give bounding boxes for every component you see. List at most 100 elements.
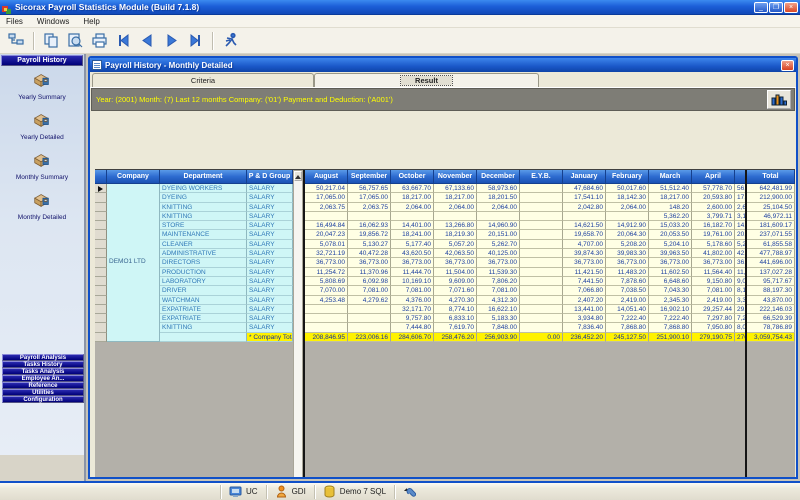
value-cell[interactable]: 11,421.50 [563, 267, 606, 277]
department-cell[interactable]: ADMINISTRATIVE [160, 249, 247, 259]
row-selector[interactable] [95, 249, 107, 259]
value-cell[interactable]: 7,868.80 [649, 323, 692, 333]
value-cell[interactable]: 16,622.10 [477, 304, 520, 315]
menu-files[interactable]: Files [6, 17, 23, 26]
value-cell[interactable] [348, 314, 391, 324]
department-header[interactable]: Department [160, 170, 247, 184]
department-cell[interactable]: PRODUCTION [160, 267, 247, 277]
pd-group-cell[interactable]: SALARY [247, 230, 293, 240]
department-cell[interactable]: DYEING [160, 193, 247, 203]
scroll-up-icon[interactable] [294, 171, 302, 181]
value-cell[interactable]: 7,081.00 [692, 286, 735, 296]
value-cell[interactable]: 7,950.80 [692, 323, 735, 333]
pd-group-cell[interactable]: SALARY [247, 314, 293, 324]
value-cell[interactable] [520, 211, 563, 222]
value-cell[interactable]: 7,836.40 [563, 323, 606, 333]
value-cell[interactable]: 14,3 [735, 221, 745, 231]
value-cell[interactable]: 18,142.30 [606, 193, 649, 203]
value-cell[interactable]: 36,773.00 [563, 258, 606, 268]
sidebar-item-yearly-summary[interactable]: Yearly Summary [0, 70, 84, 101]
sidebar-item-yearly-detailed[interactable]: Yearly Detailed [0, 110, 84, 141]
sidebar-nav-employee-an-[interactable]: Employee An... [2, 375, 84, 382]
value-cell[interactable]: 11,370.96 [348, 267, 391, 277]
value-cell[interactable]: 18,217.00 [434, 193, 477, 203]
value-cell[interactable]: 7,441.50 [563, 276, 606, 287]
value-cell[interactable]: 43,620.50 [391, 249, 434, 259]
value-cell[interactable]: 11,444.70 [391, 267, 434, 277]
value-cell[interactable]: 7,297.80 [692, 314, 735, 324]
pd-group-cell[interactable]: SALARY [247, 184, 293, 194]
value-cell[interactable]: 29,257.44 [692, 304, 735, 315]
total-cell[interactable]: 66,529.39 [747, 314, 795, 324]
value-cell[interactable] [520, 221, 563, 231]
value-cell[interactable] [305, 211, 348, 222]
value-cell[interactable] [520, 202, 563, 212]
value-cell[interactable]: 20,047.23 [305, 230, 348, 240]
row-selector[interactable] [95, 184, 107, 194]
value-cell[interactable]: 6,833.10 [434, 314, 477, 324]
value-cell[interactable]: 14,051.40 [606, 304, 649, 315]
value-cell[interactable]: 9,150.80 [692, 276, 735, 287]
value-cell[interactable] [520, 267, 563, 277]
value-cell[interactable]: 16,902.10 [649, 304, 692, 315]
value-cell[interactable]: 17,065.00 [348, 193, 391, 203]
close-button[interactable]: × [784, 1, 798, 13]
value-cell[interactable]: 5,183.30 [477, 314, 520, 324]
taskbar-tools-icon[interactable] [395, 484, 424, 500]
value-cell[interactable]: 32,721.19 [305, 249, 348, 259]
value-cell[interactable] [520, 249, 563, 259]
pd-group-cell[interactable]: SALARY [247, 239, 293, 250]
value-cell[interactable]: 29,2 [735, 304, 745, 315]
company-cell[interactable]: DEMO1 LTD [107, 184, 160, 343]
pd-group-cell[interactable]: SALARY [247, 304, 293, 315]
value-cell[interactable]: 4,376.00 [391, 295, 434, 305]
nav-last-icon[interactable] [183, 30, 207, 52]
row-selector[interactable] [95, 258, 107, 268]
value-cell[interactable]: 2,345.30 [649, 295, 692, 305]
row-selector[interactable] [95, 239, 107, 250]
copy-icon[interactable] [39, 30, 63, 52]
value-cell[interactable]: 2,042.80 [563, 202, 606, 212]
value-cell[interactable]: 32,171.70 [391, 304, 434, 315]
value-cell[interactable]: 14,401.00 [391, 221, 434, 231]
value-cell[interactable]: 36,773.00 [391, 258, 434, 268]
value-cell[interactable]: 5,362.20 [649, 211, 692, 222]
value-cell[interactable]: 5,130.27 [348, 239, 391, 250]
department-cell[interactable]: DRIVER [160, 286, 247, 296]
value-cell[interactable]: 18,217.00 [391, 193, 434, 203]
value-cell[interactable]: 20,053.50 [649, 230, 692, 240]
value-cell[interactable]: 17,4 [735, 193, 745, 203]
value-cell[interactable]: 36,773.00 [434, 258, 477, 268]
company-header[interactable]: Company [107, 170, 160, 184]
value-cell[interactable] [520, 193, 563, 203]
value-cell[interactable]: 11,564.40 [692, 267, 735, 277]
value-cell[interactable] [348, 211, 391, 222]
total-cell[interactable]: 222,146.03 [747, 304, 795, 315]
value-cell[interactable]: 56,2 [735, 184, 745, 194]
value-cell[interactable]: 3,3 [735, 295, 745, 305]
taskbar-item-uc[interactable]: UC [221, 484, 266, 500]
sidebar-item-monthly-detailed[interactable]: Monthly Detailed [0, 190, 84, 221]
total-cell[interactable]: 137,027.28 [747, 267, 795, 277]
row-selector[interactable] [95, 230, 107, 240]
value-cell[interactable]: 18,217.00 [649, 193, 692, 203]
department-cell[interactable]: KNITTING [160, 202, 247, 212]
value-cell[interactable]: 5,2 [735, 239, 745, 250]
restore-button[interactable]: ❐ [769, 1, 783, 13]
value-cell[interactable] [520, 286, 563, 296]
pd-group-header[interactable]: P & D Group [247, 170, 293, 184]
pd-group-cell[interactable]: SALARY [247, 249, 293, 259]
value-cell[interactable]: 19,658.70 [563, 230, 606, 240]
value-cell[interactable] [348, 323, 391, 333]
sidebar-nav-configuration[interactable]: Configuration [2, 396, 84, 403]
row-selector[interactable] [95, 221, 107, 231]
value-cell[interactable]: 7,038.50 [606, 286, 649, 296]
value-cell[interactable]: 2,064.00 [391, 202, 434, 212]
pd-group-cell[interactable]: SALARY [247, 258, 293, 268]
value-cell[interactable]: 7,043.30 [649, 286, 692, 296]
value-cell[interactable]: 36,773.00 [305, 258, 348, 268]
department-cell[interactable]: LABORATORY [160, 276, 247, 287]
value-cell[interactable]: 7,444.80 [391, 323, 434, 333]
value-cell[interactable]: 4,312.30 [477, 295, 520, 305]
month-header[interactable]: August [305, 170, 348, 184]
